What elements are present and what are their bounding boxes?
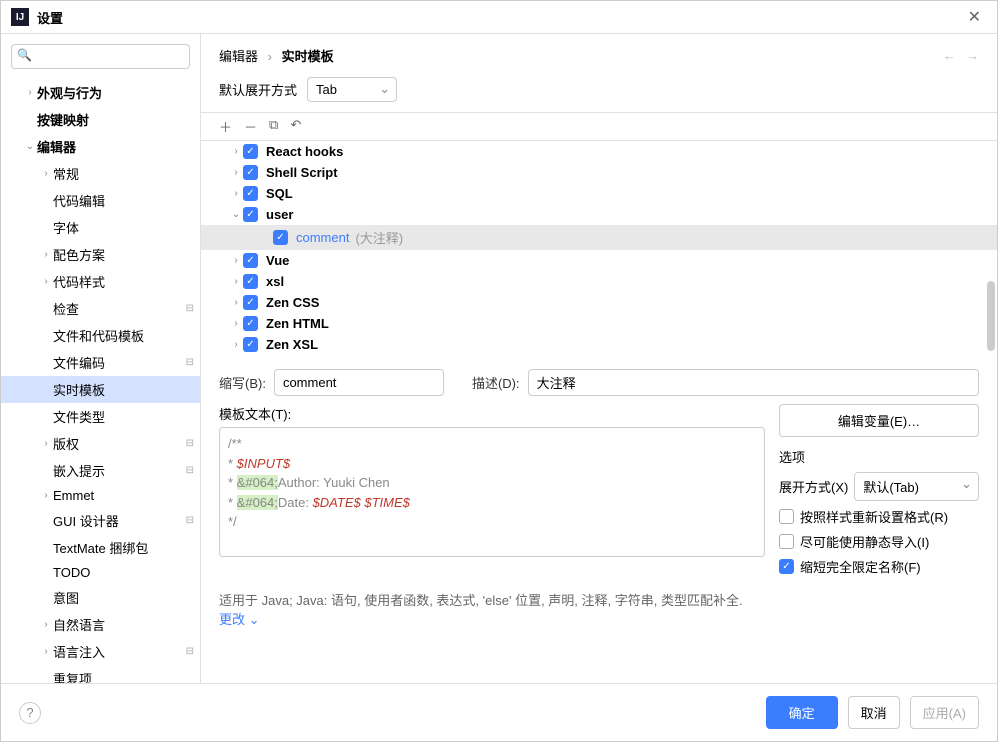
shorten-fqn-checkbox[interactable]: ✓ [779, 559, 794, 574]
sidebar-item[interactable]: 意图 [1, 584, 200, 611]
sidebar-item[interactable]: ›配色方案 [1, 241, 200, 268]
template-text-label: 模板文本(T): [219, 404, 765, 423]
desc-input[interactable] [528, 369, 979, 396]
expand-mode-label: 展开方式(X) [779, 477, 848, 496]
static-import-checkbox[interactable] [779, 534, 794, 549]
edit-variables-button[interactable]: 编辑变量(E)… [779, 404, 979, 437]
sidebar-item[interactable]: ›Emmet [1, 484, 200, 507]
sidebar-item[interactable]: ⌄编辑器 [1, 133, 200, 160]
search-box: 🔍 [11, 44, 190, 69]
template-list[interactable]: ›✓React hooks›✓Shell Script›✓SQL⌄✓user✓c… [201, 141, 997, 355]
window-title: 设置 [37, 8, 962, 27]
template-item[interactable]: ›✓Zen XSL [201, 334, 997, 355]
titlebar: IJ 设置 ✕ [1, 1, 997, 34]
sidebar-item[interactable]: ›版权⊟ [1, 430, 200, 457]
template-item[interactable]: ›✓React hooks [201, 141, 997, 162]
change-context-link[interactable]: 更改 ⌄ [219, 612, 260, 627]
sidebar-item[interactable]: 重复项 [1, 665, 200, 683]
revert-icon[interactable]: ↶ [290, 117, 301, 136]
search-icon: 🔍 [17, 48, 32, 62]
sidebar-item[interactable]: TextMate 捆绑包 [1, 534, 200, 561]
sidebar-item[interactable]: 实时模板 [1, 376, 200, 403]
sidebar-item[interactable]: ›外观与行为 [1, 79, 200, 106]
sidebar-item[interactable]: 文件编码⊟ [1, 349, 200, 376]
settings-tree[interactable]: ›外观与行为按键映射⌄编辑器›常规代码编辑字体›配色方案›代码样式检查⊟文件和代… [1, 79, 200, 683]
template-item[interactable]: ⌄✓user [201, 204, 997, 225]
ok-button[interactable]: 确定 [766, 696, 838, 729]
template-item[interactable]: ›✓SQL [201, 183, 997, 204]
forward-icon[interactable]: → [966, 48, 979, 63]
template-code[interactable]: /** * $INPUT$ * &#064;Author: Yuuki Chen… [219, 427, 765, 557]
template-item[interactable]: ›✓Vue [201, 250, 997, 271]
reformat-checkbox[interactable] [779, 509, 794, 524]
template-item[interactable]: ›✓Zen HTML [201, 313, 997, 334]
template-item[interactable]: ›✓xsl [201, 271, 997, 292]
expand-with-label: 默认展开方式 [219, 80, 297, 99]
sidebar-item[interactable]: ›语言注入⊟ [1, 638, 200, 665]
breadcrumb-parent[interactable]: 编辑器 [219, 49, 258, 64]
sidebar-item[interactable]: TODO [1, 561, 200, 584]
breadcrumb: 编辑器 › 实时模板 [219, 46, 943, 65]
copy-icon[interactable]: ⧉ [269, 117, 278, 136]
template-item[interactable]: ›✓Zen CSS [201, 292, 997, 313]
desc-label: 描述(D): [472, 373, 520, 392]
main-panel: 编辑器 › 实时模板 ← → 默认展开方式 Tab ＋ － ⧉ ↶ ›✓Reac… [201, 34, 997, 683]
breadcrumb-current: 实时模板 [282, 49, 334, 64]
cancel-button[interactable]: 取消 [848, 696, 900, 729]
expand-with-combo[interactable]: Tab [307, 77, 397, 102]
options-title: 选项 [779, 447, 979, 466]
sidebar-item[interactable]: 代码编辑 [1, 187, 200, 214]
expand-mode-combo[interactable]: 默认(Tab) [854, 472, 979, 501]
scrollbar[interactable] [987, 281, 995, 351]
sidebar-item[interactable]: GUI 设计器⊟ [1, 507, 200, 534]
sidebar-item[interactable]: 字体 [1, 214, 200, 241]
help-icon[interactable]: ? [19, 702, 41, 724]
sidebar-item[interactable]: ›常规 [1, 160, 200, 187]
template-toolbar: ＋ － ⧉ ↶ [201, 112, 997, 141]
sidebar: 🔍 ›外观与行为按键映射⌄编辑器›常规代码编辑字体›配色方案›代码样式检查⊟文件… [1, 34, 201, 683]
add-icon[interactable]: ＋ [219, 117, 232, 136]
search-input[interactable] [11, 44, 190, 69]
apply-button[interactable]: 应用(A) [910, 696, 979, 729]
close-icon[interactable]: ✕ [962, 7, 987, 27]
remove-icon[interactable]: － [244, 117, 257, 136]
sidebar-item[interactable]: 按键映射 [1, 106, 200, 133]
sidebar-item[interactable]: 文件类型 [1, 403, 200, 430]
abbrev-input[interactable] [274, 369, 444, 396]
applicable-contexts: 适用于 Java; Java: 语句, 使用者函数, 表达式, 'else' 位… [201, 582, 997, 628]
sidebar-item[interactable]: ›代码样式 [1, 268, 200, 295]
template-item[interactable]: ›✓Shell Script [201, 162, 997, 183]
sidebar-item[interactable]: 检查⊟ [1, 295, 200, 322]
nav-arrows: ← → [943, 48, 979, 63]
back-icon[interactable]: ← [943, 48, 956, 63]
abbrev-label: 缩写(B): [219, 373, 266, 392]
app-logo: IJ [11, 8, 29, 26]
footer: ? 确定 取消 应用(A) [1, 683, 997, 741]
sidebar-item[interactable]: 文件和代码模板 [1, 322, 200, 349]
sidebar-item[interactable]: ›自然语言 [1, 611, 200, 638]
template-item[interactable]: ✓comment(大注释) [201, 225, 997, 250]
sidebar-item[interactable]: 嵌入提示⊟ [1, 457, 200, 484]
